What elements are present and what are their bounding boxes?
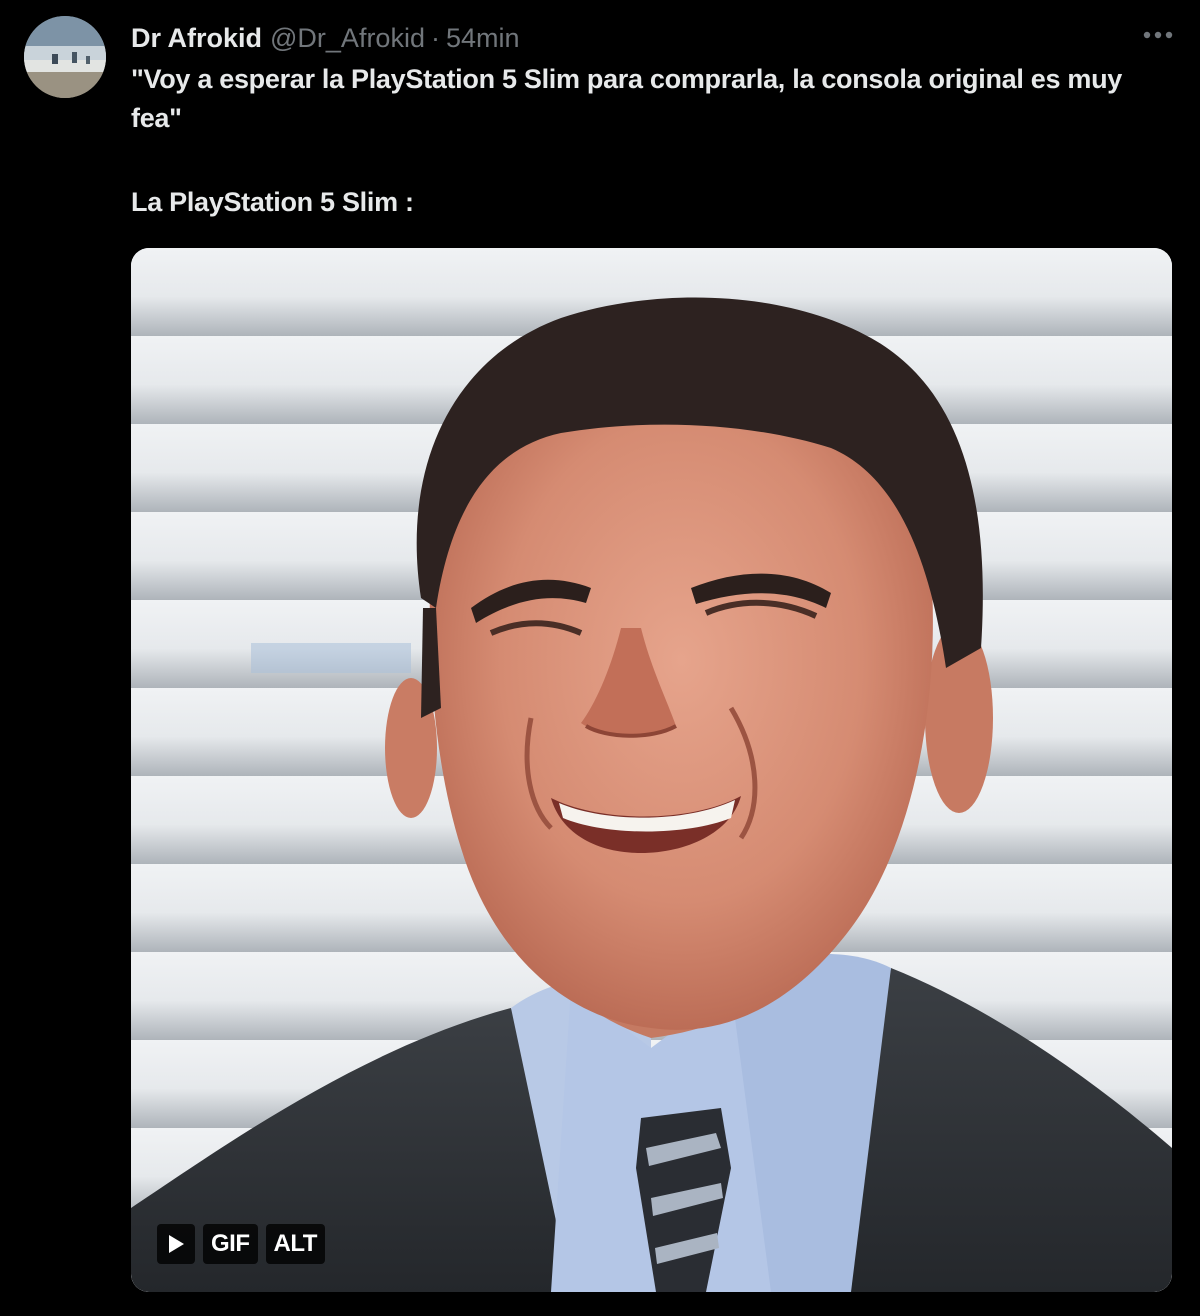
gif-frame-image	[131, 248, 1172, 1292]
author-name[interactable]: Dr Afrokid	[131, 23, 262, 54]
avatar[interactable]	[24, 16, 106, 98]
tweet[interactable]: Dr Afrokid @Dr_Afrokid · 54min "Voy a es…	[0, 0, 1200, 1316]
gif-controls: GIF ALT	[157, 1224, 325, 1264]
more-button[interactable]	[1138, 20, 1178, 50]
tweet-caption: La PlayStation 5 Slim :	[131, 187, 414, 217]
separator-dot: ·	[430, 22, 440, 53]
play-icon	[169, 1235, 184, 1253]
tweet-header: Dr Afrokid @Dr_Afrokid · 54min	[131, 18, 520, 58]
tweet-text: "Voy a esperar la PlayStation 5 Slim par…	[131, 60, 1171, 222]
gif-badge: GIF	[203, 1224, 258, 1264]
tweet-quote: "Voy a esperar la PlayStation 5 Slim par…	[131, 64, 1123, 133]
play-button[interactable]	[157, 1224, 195, 1264]
author-handle[interactable]: @Dr_Afrokid	[270, 23, 425, 54]
gif-media[interactable]	[131, 248, 1172, 1292]
timestamp[interactable]: 54min	[446, 23, 520, 54]
more-horizontal-icon	[1143, 31, 1173, 39]
alt-button[interactable]: ALT	[265, 1224, 325, 1264]
avatar-image	[24, 16, 106, 98]
